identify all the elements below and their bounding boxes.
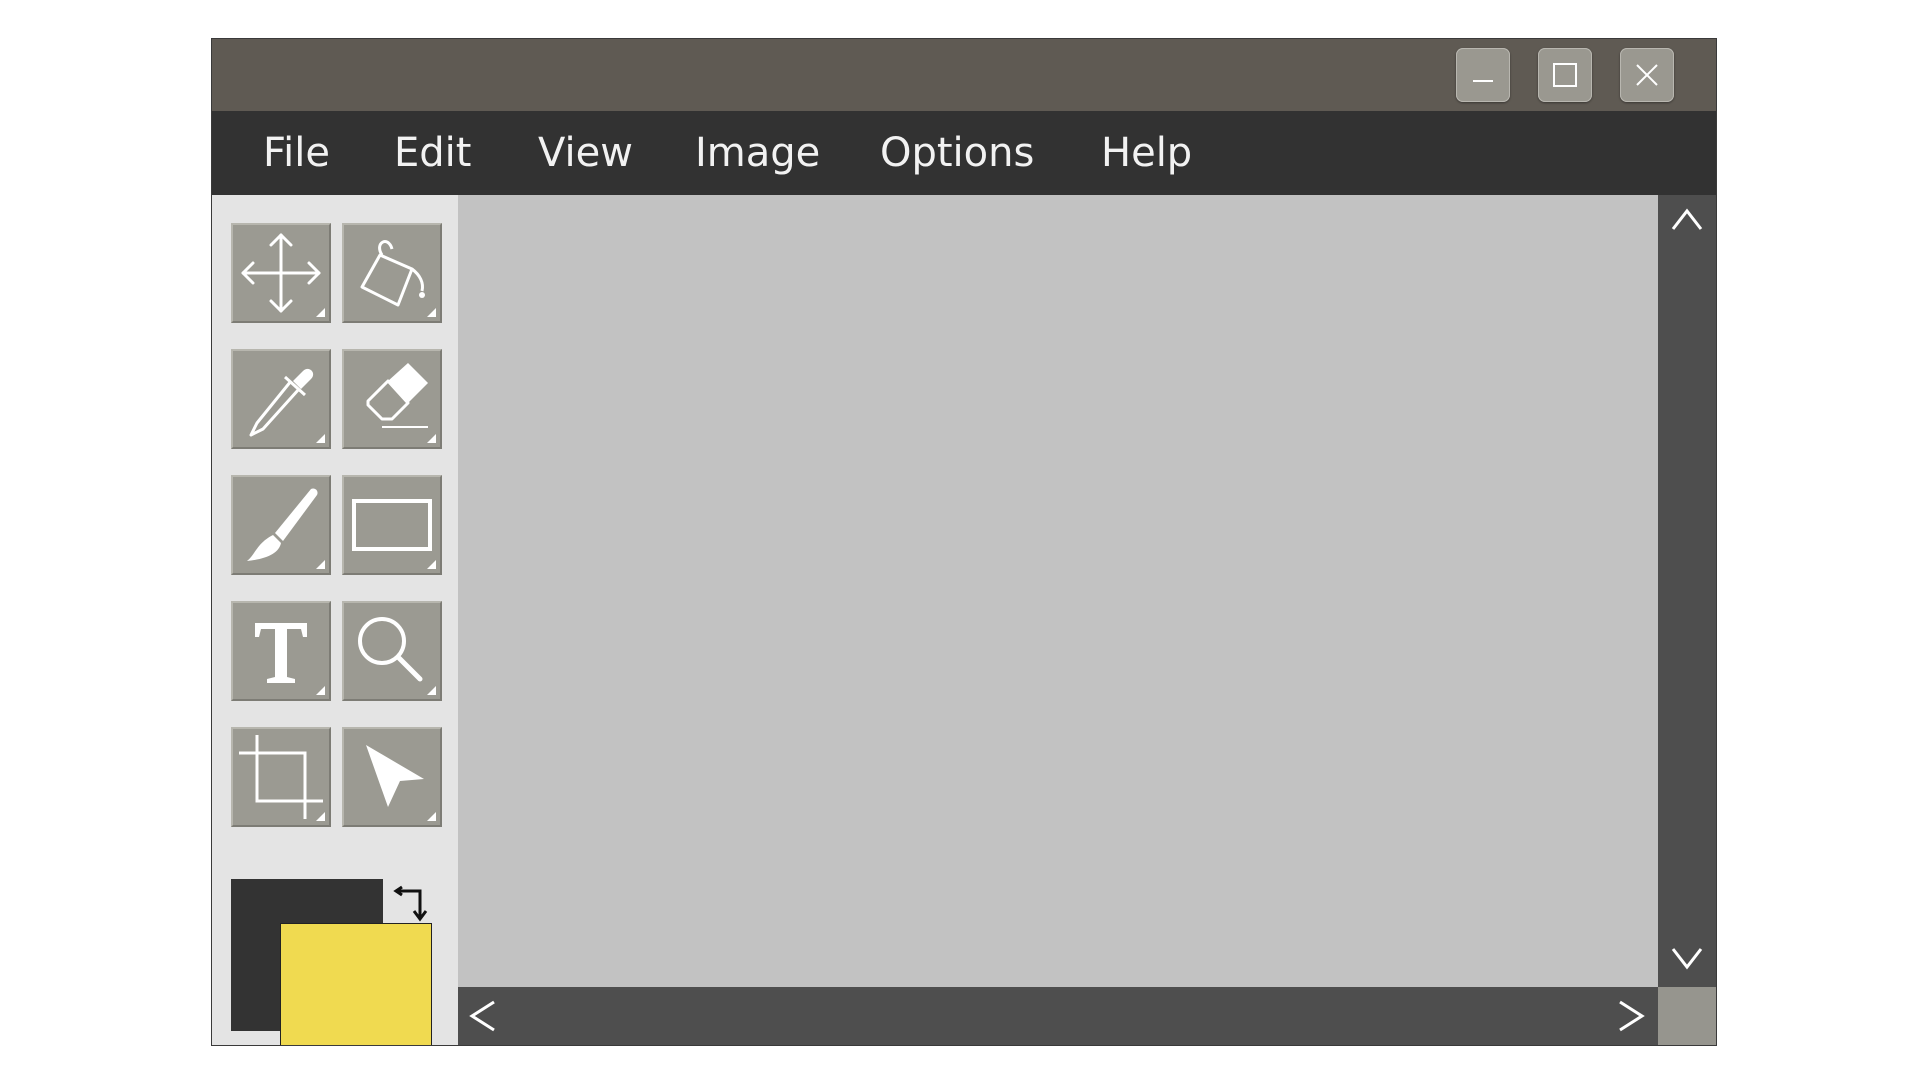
menu-edit[interactable]: Edit <box>394 111 471 195</box>
menu-bar: File Edit View Image Options Help <box>212 111 1716 195</box>
vertical-scrollbar[interactable] <box>1658 195 1716 987</box>
background-color-swatch[interactable] <box>280 923 432 1045</box>
move-icon <box>241 233 321 313</box>
eraser-icon <box>366 363 428 428</box>
app-window: File Edit View Image Options Help <box>211 38 1717 1046</box>
tool-eraser[interactable] <box>342 349 442 449</box>
tool-text[interactable] <box>231 601 331 701</box>
horizontal-scrollbar[interactable] <box>458 987 1658 1045</box>
swap-colors-icon[interactable] <box>390 885 428 923</box>
title-bar[interactable] <box>212 39 1716 111</box>
canvas-area[interactable] <box>458 195 1658 987</box>
menu-file[interactable]: File <box>263 111 330 195</box>
tool-select[interactable] <box>342 727 442 827</box>
rectangle-icon <box>352 499 432 551</box>
minimize-button[interactable] <box>1456 48 1510 102</box>
scrollbar-corner <box>1658 987 1716 1045</box>
tool-rectangle[interactable] <box>342 475 442 575</box>
maximize-icon <box>1553 63 1577 87</box>
toolbox <box>212 195 458 1045</box>
scroll-up-icon[interactable] <box>1670 205 1704 233</box>
pointer-arrow-icon <box>366 745 424 807</box>
scroll-right-icon[interactable] <box>1616 999 1646 1033</box>
scroll-down-icon[interactable] <box>1670 945 1704 973</box>
menu-help[interactable]: Help <box>1101 111 1192 195</box>
menu-options[interactable]: Options <box>880 111 1034 195</box>
menu-image[interactable]: Image <box>695 111 820 195</box>
menu-view[interactable]: View <box>538 111 633 195</box>
eyedropper-icon <box>249 368 314 437</box>
magnifier-icon <box>358 617 423 682</box>
close-icon <box>1636 64 1658 86</box>
crop-icon <box>239 735 323 819</box>
maximize-button[interactable] <box>1538 48 1592 102</box>
tool-brush[interactable] <box>231 475 331 575</box>
paint-bucket-icon <box>360 240 425 307</box>
tool-crop[interactable] <box>231 727 331 827</box>
brush-icon <box>247 488 318 561</box>
tool-eyedropper[interactable] <box>231 349 331 449</box>
tool-move[interactable] <box>231 223 331 323</box>
tool-fill[interactable] <box>342 223 442 323</box>
minimize-icon <box>1473 80 1493 82</box>
close-button[interactable] <box>1620 48 1674 102</box>
tool-zoom[interactable] <box>342 601 442 701</box>
text-icon <box>255 623 307 683</box>
scroll-left-icon[interactable] <box>468 999 498 1033</box>
